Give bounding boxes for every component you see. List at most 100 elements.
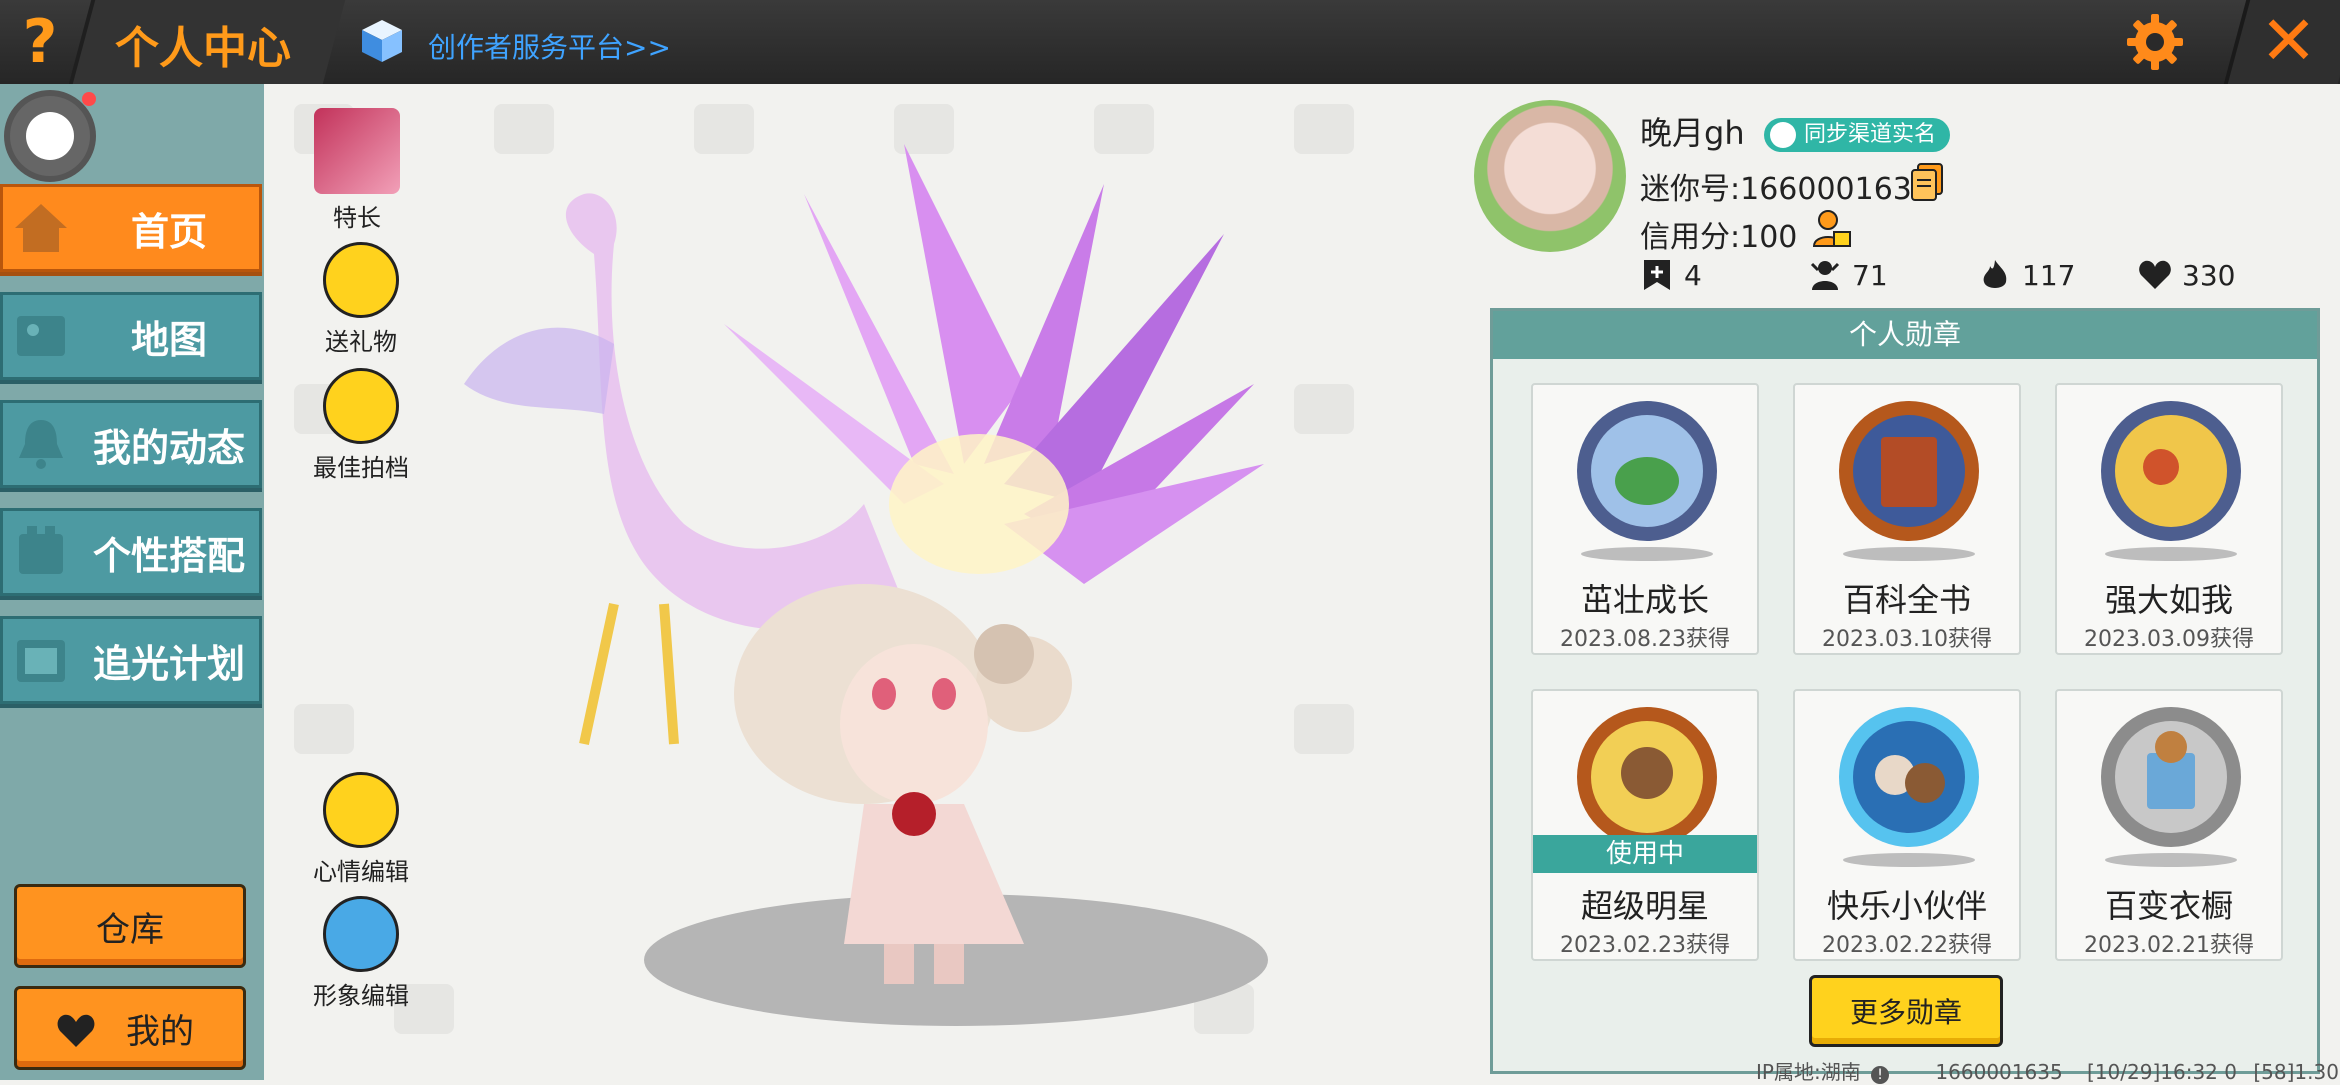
footer-time: [10/29]16:32 0 bbox=[2087, 1060, 2237, 1084]
medal-card[interactable]: 快乐小伙伴 2023.02.22获得 bbox=[1793, 689, 2021, 961]
page-title: 个人中心 bbox=[115, 23, 291, 74]
warehouse-label: 仓库 bbox=[96, 909, 164, 950]
medal-date: 2023.02.22获得 bbox=[1822, 933, 1992, 958]
outfit-edit-icon bbox=[323, 896, 399, 972]
map-icon bbox=[17, 316, 65, 356]
sidebar-item-label: 个性搭配 bbox=[92, 533, 245, 578]
medal-card[interactable]: 百变衣橱 2023.02.21获得 bbox=[2055, 689, 2283, 961]
sidebar-item-outfit[interactable]: 个性搭配 bbox=[0, 508, 262, 596]
notification-dot bbox=[82, 92, 96, 106]
stat-value: 4 bbox=[1684, 258, 1702, 292]
credit-person-icon[interactable] bbox=[1812, 208, 1852, 250]
specialty-tool[interactable]: 特长 bbox=[302, 108, 412, 233]
credit-score: 信用分:100 bbox=[1640, 220, 1798, 255]
sidebar-item-label: 地图 bbox=[130, 317, 207, 362]
info-icon[interactable]: ! bbox=[1871, 1066, 1890, 1084]
partner-tool[interactable]: 最佳拍档 bbox=[306, 368, 416, 483]
mini-id: 迷你号:1660001635 bbox=[1640, 172, 1931, 207]
stat-add[interactable]: 4 bbox=[1640, 258, 1702, 292]
encyclopedia-medal-icon bbox=[1839, 401, 1979, 541]
stat-value: 71 bbox=[1852, 258, 1888, 292]
medal-card[interactable]: 茁壮成长 2023.08.23获得 bbox=[1531, 383, 1759, 655]
medal-name: 百变衣橱 bbox=[2104, 887, 2233, 925]
medal-shadow bbox=[2105, 853, 2237, 867]
medal-card[interactable]: 百科全书 2023.03.10获得 bbox=[1793, 383, 2021, 655]
outfit-icon bbox=[19, 526, 63, 574]
floating-avatar-button[interactable] bbox=[4, 90, 96, 182]
sidebar-item-light-plan[interactable]: 追光计划 bbox=[0, 616, 262, 704]
top-bar bbox=[0, 0, 2340, 84]
medal-card[interactable]: 使用中 超级明星 2023.02.23获得 bbox=[1531, 689, 1759, 961]
medal-date: 2023.03.10获得 bbox=[1822, 627, 1992, 652]
realname-badge[interactable]: 同步渠道实名 bbox=[1764, 118, 1951, 152]
peacock-feathers bbox=[724, 144, 1264, 584]
cube-icon[interactable] bbox=[358, 16, 406, 64]
mood-edit-tool[interactable]: 心情编辑 bbox=[306, 772, 416, 887]
profile-avatar[interactable] bbox=[1474, 100, 1626, 252]
sidebar-item-map[interactable]: 地图 bbox=[0, 292, 262, 380]
character-scene bbox=[294, 104, 1354, 1034]
specialty-label: 特长 bbox=[333, 204, 381, 232]
medal-panel: 个人勋章 茁壮成长 2023.08.23获得 百科全书 2023.03.10获得… bbox=[1490, 308, 2320, 1074]
house-icon bbox=[15, 204, 67, 252]
medal-date: 2023.08.23获得 bbox=[1560, 627, 1730, 652]
mood-edit-label: 心情编辑 bbox=[313, 858, 409, 886]
help-button[interactable]: ? bbox=[0, 0, 80, 84]
footer-id: 1660001635 bbox=[1935, 1060, 2063, 1084]
more-medals-button[interactable]: 更多勋章 bbox=[1809, 975, 2003, 1047]
medal-name: 百科全书 bbox=[1842, 581, 1971, 619]
realname-label: 同步渠道实名 bbox=[1804, 122, 1937, 147]
medal-shadow bbox=[1843, 853, 1975, 867]
medal-shadow bbox=[2105, 547, 2237, 561]
bell-icon bbox=[19, 420, 63, 469]
partner-label: 最佳拍档 bbox=[313, 454, 409, 482]
medal-date: 2023.02.21获得 bbox=[2084, 933, 2254, 958]
heart-icon bbox=[2139, 260, 2171, 289]
medal-panel-title: 个人勋章 bbox=[1493, 311, 2317, 359]
stat-popularity[interactable]: 117 bbox=[1978, 258, 2075, 292]
sidebar-item-label: 追光计划 bbox=[92, 641, 245, 686]
image-edit-tool[interactable]: 形象编辑 bbox=[306, 896, 416, 1011]
stats-row: 4 71 117 330 bbox=[1640, 258, 2260, 302]
gift-tool[interactable]: 送礼物 bbox=[306, 242, 416, 357]
ip-location: IP属地:湖南 bbox=[1756, 1060, 1861, 1084]
stat-likes[interactable]: 330 bbox=[2138, 258, 2235, 292]
heart-icon bbox=[57, 1014, 95, 1047]
sidebar-item-activity[interactable]: 我的动态 bbox=[0, 400, 262, 488]
medal-name: 快乐小伙伴 bbox=[1826, 887, 1987, 925]
sidebar-item-home[interactable]: 首页 bbox=[0, 184, 262, 272]
fans-icon bbox=[1810, 261, 1840, 290]
medal-shadow bbox=[1581, 547, 1713, 561]
stat-fans[interactable]: 71 bbox=[1808, 258, 1888, 292]
wardrobe-medal-icon bbox=[2101, 707, 2241, 847]
medal-card[interactable]: 强大如我 2023.03.09获得 bbox=[2055, 383, 2283, 655]
friends-medal-icon bbox=[1839, 707, 1979, 847]
light-plan-icon bbox=[17, 640, 65, 682]
stat-value: 117 bbox=[2022, 258, 2076, 292]
warehouse-button[interactable]: 仓库 bbox=[14, 884, 246, 968]
gear-icon[interactable] bbox=[2125, 12, 2185, 72]
in-use-badge: 使用中 bbox=[1533, 835, 1757, 873]
medal-date: 2023.02.23获得 bbox=[1560, 933, 1730, 958]
gift-label: 送礼物 bbox=[325, 328, 397, 356]
stat-value: 330 bbox=[2182, 258, 2236, 292]
image-edit-label: 形象编辑 bbox=[313, 982, 409, 1010]
mine-button[interactable]: 我的 bbox=[14, 986, 246, 1070]
medal-date: 2023.03.09获得 bbox=[2084, 627, 2254, 652]
mine-label: 我的 bbox=[126, 1011, 194, 1052]
medal-name: 超级明星 bbox=[1580, 887, 1709, 925]
copy-icon[interactable] bbox=[1910, 162, 1944, 202]
flame-icon bbox=[1983, 260, 2007, 288]
user-name: 晚月gh bbox=[1640, 114, 1745, 152]
person-icon bbox=[1770, 122, 1796, 148]
sidebar-item-label: 我的动态 bbox=[92, 425, 245, 470]
close-icon[interactable]: ✕ bbox=[2260, 8, 2317, 76]
handshake-icon bbox=[323, 368, 399, 444]
more-medals-label: 更多勋章 bbox=[1849, 996, 1962, 1029]
specialty-icon bbox=[314, 108, 400, 194]
edit-icon bbox=[323, 772, 399, 848]
footer-version: [58]1.30.0 bbox=[2253, 1060, 2340, 1084]
creator-platform-link[interactable]: 创作者服务平台>> bbox=[428, 26, 671, 66]
footer-info: IP属地:湖南 ! 1660001635 [10/29]16:32 0 [58]… bbox=[1756, 1056, 2340, 1085]
character-stage bbox=[264, 84, 1486, 1080]
